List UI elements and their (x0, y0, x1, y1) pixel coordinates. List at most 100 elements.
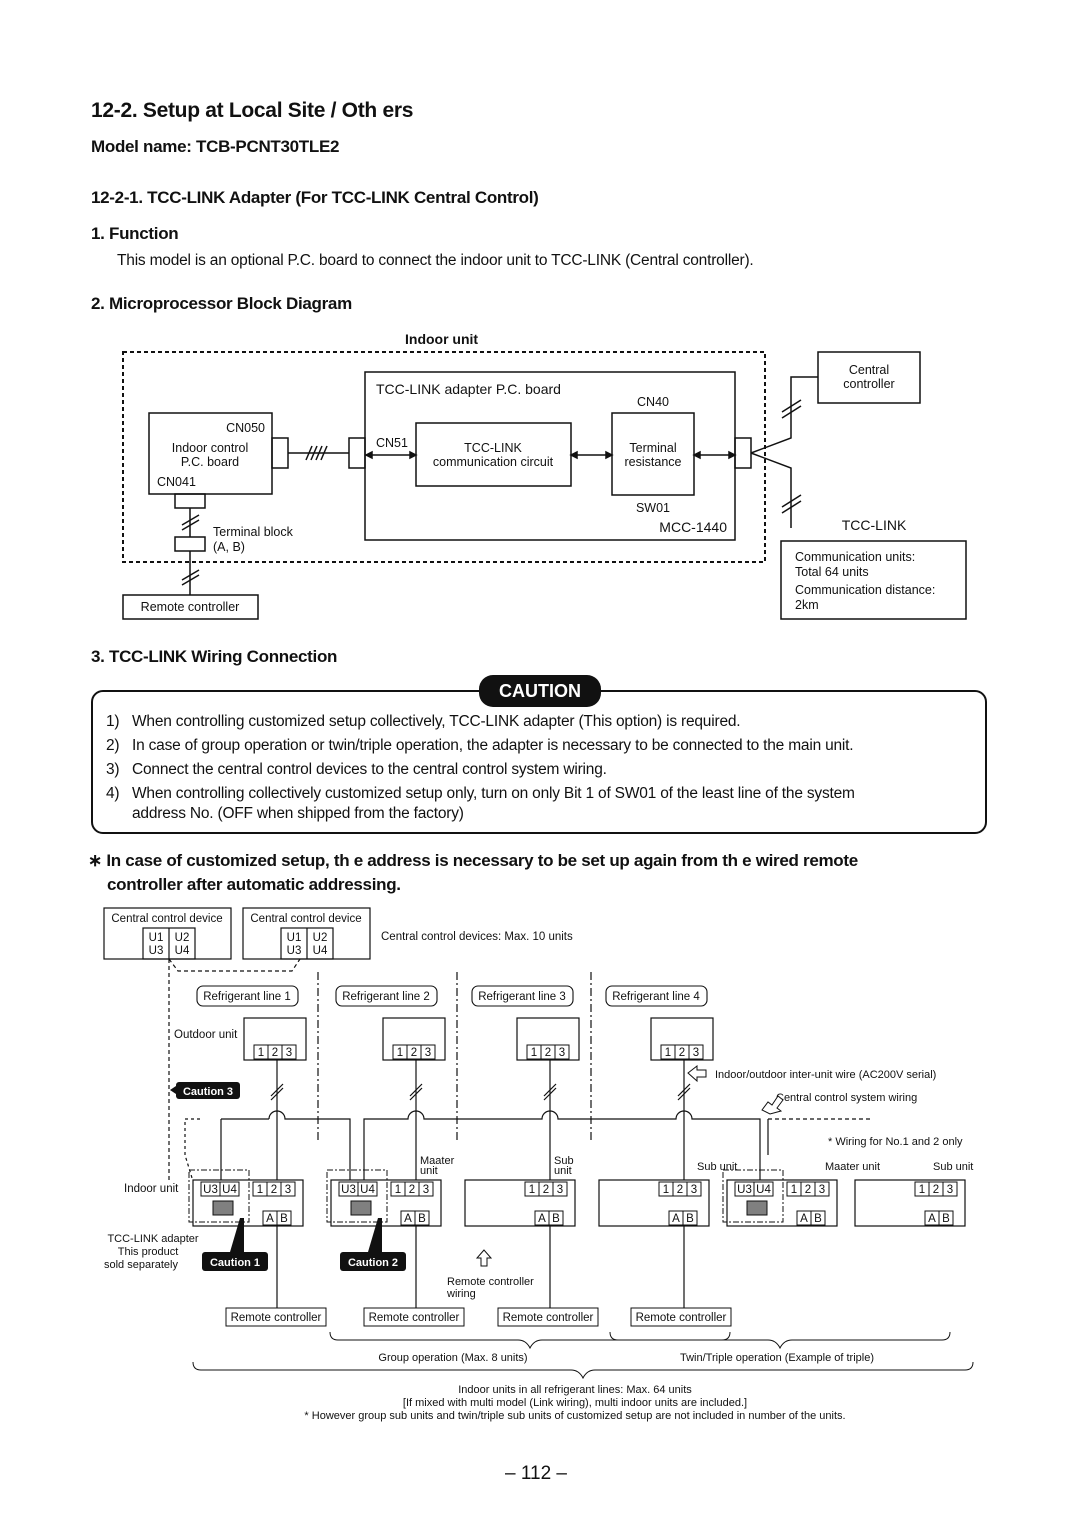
terminal-label: 1 (919, 1184, 925, 1196)
caution-badge: CAUTION (479, 675, 601, 707)
terminal-resistance-label: Terminal (629, 441, 676, 455)
terminal-label: B (942, 1213, 950, 1225)
adapter-note-2: This product (118, 1246, 179, 1258)
remote-controller-label: Remote controller (141, 600, 240, 614)
central-device-2-label: Central control device (250, 913, 361, 925)
indoor-control-label: Indoor control (172, 441, 248, 455)
terminal-label: 1 (397, 1047, 403, 1059)
terminal-label: A (928, 1213, 936, 1225)
terminal-label: 2 (409, 1184, 415, 1196)
page-number: – 112 – (505, 1463, 567, 1484)
adapter-board-chip (350, 1200, 372, 1216)
indoor-unit-label: Indoor unit (405, 331, 478, 347)
indoor-units: 1 2 3A BU3 U4 1 2 3A BU3 U4 1 2 3A B1 2 3A B1 2 3A BU3 U4 1 2 3… (188, 1169, 966, 1227)
terminal-label: 1 (258, 1047, 264, 1059)
caution-item-3: 3) Connect the central control devices to… (106, 761, 607, 778)
terminal-label: 1 (395, 1184, 401, 1196)
inter-unit-arrow-icon (687, 1064, 707, 1083)
info-line-1: Communication units: (795, 550, 915, 564)
terminal-label: A (800, 1213, 808, 1225)
refrigerant-line-4: Refrigerant line 4 (612, 991, 700, 1003)
central-max-label: Central control devices: Max. 10 units (381, 931, 573, 943)
terminal-label: U3 (203, 1184, 218, 1196)
terminal-label: B (814, 1213, 822, 1225)
adapter-note-3: sold separately (104, 1259, 178, 1271)
comm-circuit-label: TCC-LINK (464, 441, 522, 455)
terminal-label: 2 (677, 1184, 683, 1196)
remote-controller-label: Remote controller (231, 1312, 322, 1324)
u1-label: U1 (287, 932, 302, 944)
adapter-board-label: TCC-LINK adapter P.C. board (376, 381, 561, 397)
caution-item-1: 1) When controlling customized setup coll… (106, 713, 741, 730)
terminal-label: 1 (665, 1047, 671, 1059)
caution-item-4: 4) When controlling collectively customiz… (106, 785, 855, 802)
terminal-label: U4 (756, 1184, 771, 1196)
terminal-label: 3 (425, 1047, 431, 1059)
terminal-label: A (404, 1213, 412, 1225)
footer-line-3: * However group sub units and twin/tripl… (304, 1410, 845, 1422)
central-device-1-label: Central control device (111, 913, 222, 925)
u2-label: U2 (313, 932, 328, 944)
cn51-label: CN51 (376, 436, 408, 450)
indoor-unit-label: Indoor unit (124, 1183, 179, 1195)
terminal-label: 2 (805, 1184, 811, 1196)
group-operation-label: Group operation (Max. 8 units) (378, 1352, 527, 1364)
refrigerant-line-1: Refrigerant line 1 (203, 991, 291, 1003)
sub-unit-inline-2: Sub unit (933, 1161, 973, 1173)
terminal-label: 2 (271, 1184, 277, 1196)
terminal-label: B (418, 1213, 426, 1225)
terminal-label: 3 (693, 1047, 699, 1059)
outdoor-units: 123123123123 (243, 1017, 714, 1061)
terminal-label: 2 (411, 1047, 417, 1059)
terminal-label: B (552, 1213, 560, 1225)
u3-label: U3 (287, 945, 302, 957)
terminal-label: 3 (557, 1184, 563, 1196)
remote-wiring-arrow-icon (475, 1249, 493, 1267)
terminal-block-ab-label: (A, B) (213, 540, 245, 554)
footer-line-2: [If mixed with multi model (Link wiring)… (403, 1397, 747, 1409)
note-line-1: ∗ In case of customized setup, th e addr… (88, 851, 858, 870)
u4-label: U4 (313, 945, 328, 957)
block-diagram: Indoor unit CN050 Indoor control P.C. bo… (122, 331, 967, 620)
adapter-note-1: TCC-LINK adapter (107, 1233, 198, 1245)
system-wiring-diagram: Refrigerant line 1 Refrigerant line 2 Re… (103, 907, 974, 1422)
terminal-block-label: Terminal block (213, 525, 294, 539)
terminal-label: 3 (423, 1184, 429, 1196)
central-wiring-arrow-icon (761, 1095, 784, 1115)
remote-wiring-label-2: wiring (446, 1288, 476, 1300)
terminal-label: 1 (663, 1184, 669, 1196)
u3-label: U3 (149, 945, 164, 957)
cn050-label: CN050 (226, 421, 265, 435)
terminal-label: A (672, 1213, 680, 1225)
master-unit-inline: Maater unit (825, 1161, 880, 1173)
caution-item-4-cont: address No. (OFF when shipped from the f… (132, 805, 464, 822)
tcc-link-label: TCC-LINK (842, 517, 907, 533)
terminal-label: U4 (222, 1184, 237, 1196)
wiring-heading: 3. TCC-LINK Wiring Connection (91, 647, 338, 666)
terminal-label: 2 (543, 1184, 549, 1196)
all-brace (192, 1361, 974, 1380)
caution-1-label: Caution 1 (210, 1257, 260, 1269)
info-line-4: 2km (795, 598, 819, 612)
central-controller-label: Central (849, 363, 889, 377)
sw01-label: SW01 (636, 501, 670, 515)
u1-label: U1 (149, 932, 164, 944)
mcc-label: MCC-1440 (659, 519, 727, 535)
terminal-label: B (686, 1213, 694, 1225)
caution-item-2: 2) In case of group operation or twin/tri… (106, 737, 854, 754)
terminal-label: 3 (286, 1047, 292, 1059)
adapter-board-chip (212, 1200, 234, 1216)
remote-controller-label: Remote controller (636, 1312, 727, 1324)
refrigerant-line-3: Refrigerant line 3 (478, 991, 566, 1003)
cn40-label: CN40 (637, 395, 669, 409)
wiring-note: * Wiring for No.1 and 2 only (828, 1136, 963, 1148)
comm-circuit-label-2: communication circuit (433, 455, 554, 469)
caution-3-label: Caution 3 (183, 1086, 233, 1098)
twin-triple-label: Twin/Triple operation (Example of triple… (680, 1352, 874, 1364)
u4-label: U4 (175, 945, 190, 957)
terminal-label: 1 (257, 1184, 263, 1196)
terminal-label: 3 (691, 1184, 697, 1196)
caution-2-label: Caution 2 (348, 1257, 398, 1269)
outdoor-unit-label: Outdoor unit (174, 1029, 238, 1041)
terminal-label: 2 (272, 1047, 278, 1059)
